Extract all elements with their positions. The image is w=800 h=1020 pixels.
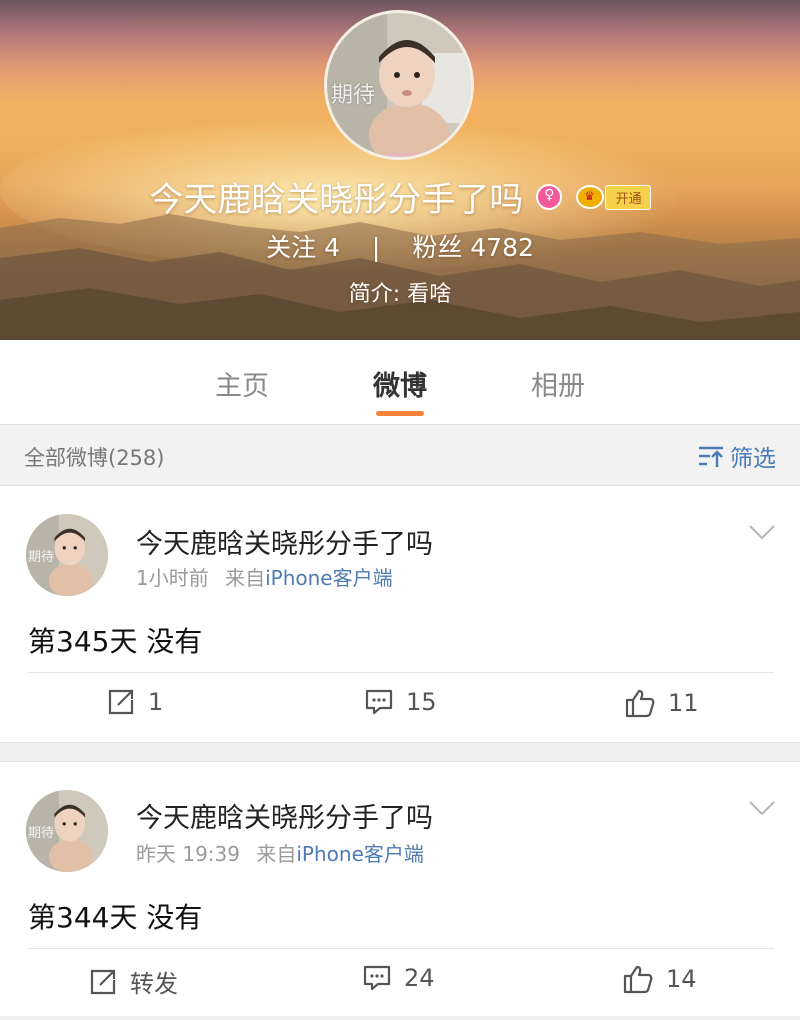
comment-icon xyxy=(363,965,391,991)
repost-button[interactable]: 1 xyxy=(106,688,163,716)
post-avatar[interactable]: 期待 xyxy=(26,790,108,872)
post-source-link[interactable]: iPhone客户端 xyxy=(265,566,393,590)
profile-name-row: 今天鹿晗关晓彤分手了吗 ♀ ♛ 开通 xyxy=(0,172,800,221)
crown-icon: ♛ xyxy=(575,185,604,209)
repost-label: 转发 xyxy=(130,970,178,998)
profile-bio: 简介: 看啥 xyxy=(348,282,452,307)
stats-row: 关注 4 | 粉丝 4782 xyxy=(0,228,800,264)
post-text: 第344天 没有 xyxy=(28,901,203,934)
bottom-separator-band xyxy=(0,1016,800,1020)
vip-open-label: 开通 xyxy=(604,184,651,210)
post-source-link[interactable]: iPhone客户端 xyxy=(296,842,424,866)
avatar-overlay-text: 期待 xyxy=(331,83,376,108)
post-author[interactable]: 今天鹿晗关晓彤分手了吗 xyxy=(136,796,433,835)
post-meta: 1小时前 来自iPhone客户端 xyxy=(136,562,393,591)
filter-label: 筛选 xyxy=(730,446,776,472)
like-button[interactable]: 14 xyxy=(622,964,697,994)
followers-count: 4782 xyxy=(470,233,534,262)
vip-badge[interactable]: ♛ 开通 xyxy=(575,184,651,210)
repost-icon xyxy=(108,689,134,715)
thumbs-up-icon xyxy=(625,689,655,718)
like-count: 11 xyxy=(668,689,699,717)
comment-count: 15 xyxy=(406,688,437,716)
post-time: 1小时前 xyxy=(136,566,209,590)
post-source-prefix: 来自 xyxy=(256,842,297,866)
profile-header: 期待 今天鹿晗关晓彤分手了吗 ♀ ♛ 开通 关注 4 | 粉丝 4782 简介:… xyxy=(0,0,800,340)
repost-count: 1 xyxy=(148,688,164,716)
avatar-overlay-text: 期待 xyxy=(28,550,55,565)
followers-label: 粉丝 xyxy=(412,233,463,262)
comment-button[interactable]: 24 xyxy=(362,964,435,992)
comment-count: 24 xyxy=(404,964,435,992)
repost-icon xyxy=(90,969,116,994)
filter-bar: 全部微博(258) 筛选 xyxy=(0,425,800,486)
repost-button[interactable]: 转发 xyxy=(88,964,178,999)
post-avatar[interactable]: 期待 xyxy=(26,514,108,596)
post-divider xyxy=(28,672,774,673)
following-stat[interactable]: 关注 4 xyxy=(266,233,348,262)
chevron-down-icon[interactable] xyxy=(748,800,776,816)
like-button[interactable]: 11 xyxy=(624,688,699,718)
post-source-prefix: 来自 xyxy=(225,566,266,590)
filter-button[interactable]: 筛选 xyxy=(698,439,776,473)
post-time: 昨天 19:39 xyxy=(136,842,240,866)
post-card[interactable]: 期待 今天鹿晗关晓彤分手了吗 1小时前 来自iPhone客户端 第345天 没有… xyxy=(0,486,800,742)
post-divider xyxy=(28,948,774,949)
stats-separator: | xyxy=(371,233,381,262)
comment-button[interactable]: 15 xyxy=(364,688,437,716)
post-meta: 昨天 19:39 来自iPhone客户端 xyxy=(136,838,424,867)
filter-icon xyxy=(699,446,723,467)
comment-icon xyxy=(365,689,393,715)
thumbs-up-icon xyxy=(623,965,653,994)
post-separator-band xyxy=(0,742,800,762)
tab-album[interactable]: 相册 xyxy=(498,364,618,403)
active-tab-indicator xyxy=(376,411,424,416)
following-label: 关注 xyxy=(266,233,317,262)
following-count: 4 xyxy=(324,233,340,262)
profile-avatar[interactable]: 期待 xyxy=(324,10,474,160)
post-card[interactable]: 期待 今天鹿晗关晓彤分手了吗 昨天 19:39 来自iPhone客户端 第344… xyxy=(0,762,800,1016)
chevron-down-icon[interactable] xyxy=(748,524,776,540)
tab-home[interactable]: 主页 xyxy=(182,364,302,403)
avatar-overlay-text: 期待 xyxy=(28,826,55,841)
followers-stat[interactable]: 粉丝 4782 xyxy=(412,233,534,262)
like-count: 14 xyxy=(666,965,697,993)
tab-weibo[interactable]: 微博 xyxy=(340,364,460,403)
all-posts-count: 全部微博(258) xyxy=(24,446,165,470)
profile-name: 今天鹿晗关晓彤分手了吗 xyxy=(149,180,524,220)
post-author[interactable]: 今天鹿晗关晓彤分手了吗 xyxy=(136,522,433,561)
post-text: 第345天 没有 xyxy=(28,625,203,658)
female-icon: ♀ xyxy=(536,183,563,210)
